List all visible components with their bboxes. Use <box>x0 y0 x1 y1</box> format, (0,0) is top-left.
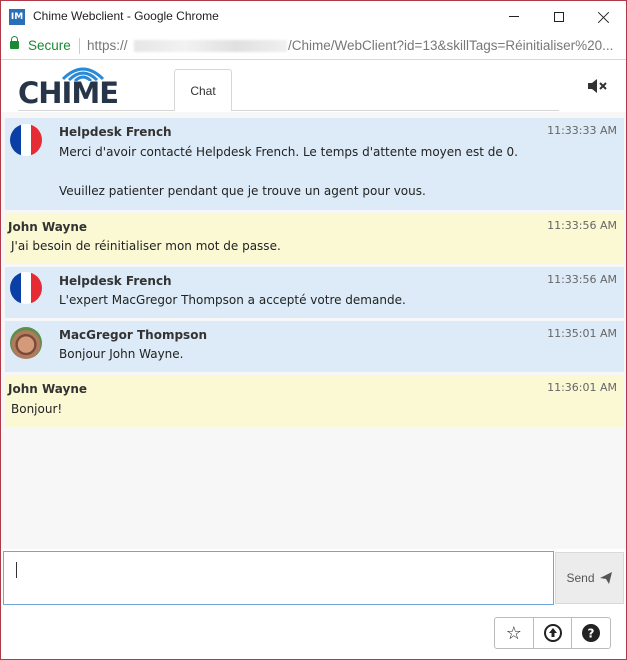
message-sender: Helpdesk French <box>59 125 172 139</box>
message-text: J'ai besoin de réinitialiser mon mot de … <box>11 239 281 253</box>
browser-window: IM Chime Webclient - Google Chrome Secur… <box>0 0 627 660</box>
message-time: 11:33:33 AM <box>547 124 617 137</box>
message-time: 11:33:56 AM <box>547 273 617 286</box>
favorite-button[interactable]: ☆ <box>495 618 534 648</box>
message-text: Bonjour John Wayne. <box>59 347 184 361</box>
message-item: John Wayne 11:36:01 AM Bonjour! <box>5 375 624 427</box>
title-bar: IM Chime Webclient - Google Chrome <box>1 1 626 32</box>
message-time: 11:35:01 AM <box>547 327 617 340</box>
tab-chat[interactable]: Chat <box>174 69 232 111</box>
message-time: 11:33:56 AM <box>547 219 617 232</box>
minimize-button[interactable] <box>491 1 537 32</box>
message-input[interactable] <box>3 551 554 605</box>
lock-icon <box>10 36 19 49</box>
tab-divider-left <box>18 110 174 111</box>
message-item: Helpdesk French 11:33:33 AM Merci d'avoi… <box>5 118 624 210</box>
text-caret <box>16 562 17 578</box>
footer-toolbar: ☆ ? <box>494 617 611 649</box>
help-icon: ? <box>582 624 601 642</box>
message-text: Merci d'avoir contacté Helpdesk French. … <box>59 145 518 159</box>
france-flag-avatar <box>10 124 42 156</box>
send-button[interactable]: Send <box>555 552 624 604</box>
agent-avatar <box>10 327 42 359</box>
speaker-mute-icon[interactable] <box>587 78 609 94</box>
send-label: Send <box>566 571 595 585</box>
minimize-icon <box>509 16 519 17</box>
maximize-icon <box>554 11 564 22</box>
messages-panel[interactable]: Helpdesk French 11:33:33 AM Merci d'avoi… <box>1 112 626 549</box>
logo-text: CHIME <box>18 76 119 110</box>
message-sender: John Wayne <box>8 220 88 234</box>
message-text: Veuillez patienter pendant que je trouve… <box>59 184 426 198</box>
url-path: /Chime/WebClient?id=13&skillTags=Réiniti… <box>288 38 614 53</box>
tab-chat-label: Chat <box>190 83 216 98</box>
url-host-redacted <box>134 40 287 52</box>
upload-icon <box>543 624 562 642</box>
message-item: John Wayne 11:33:56 AM J'ai besoin de ré… <box>5 213 624 264</box>
message-item: Helpdesk French 11:33:56 AM L'expert Mac… <box>5 267 624 318</box>
help-glyph: ? <box>588 627 595 641</box>
secure-label[interactable]: Secure <box>28 38 71 53</box>
message-time: 11:36:01 AM <box>547 381 617 394</box>
app-icon: IM <box>9 9 25 25</box>
paper-plane-icon <box>599 572 612 584</box>
chime-logo: CHIME <box>18 65 119 110</box>
star-icon: ☆ <box>505 622 522 644</box>
window-title: Chime Webclient - Google Chrome <box>33 9 219 23</box>
address-separator <box>79 38 80 54</box>
close-button[interactable] <box>581 1 627 32</box>
france-flag-avatar <box>10 272 42 304</box>
message-item: MacGregor Thompson 11:35:01 AM Bonjour J… <box>5 321 624 372</box>
message-sender: MacGregor Thompson <box>59 328 207 342</box>
address-bar[interactable]: Secure https:// /Chime/WebClient?id=13&s… <box>1 32 626 60</box>
message-text: L'expert MacGregor Thompson a accepté vo… <box>59 293 406 307</box>
message-text: Bonjour! <box>11 402 63 416</box>
tab-divider-right <box>232 110 559 111</box>
close-icon <box>598 11 610 23</box>
url-scheme: https:// <box>87 38 128 53</box>
help-button[interactable]: ? <box>572 618 610 648</box>
maximize-button[interactable] <box>536 1 582 32</box>
upload-button[interactable] <box>534 618 573 648</box>
message-sender: Helpdesk French <box>59 274 172 288</box>
message-sender: John Wayne <box>8 382 88 396</box>
